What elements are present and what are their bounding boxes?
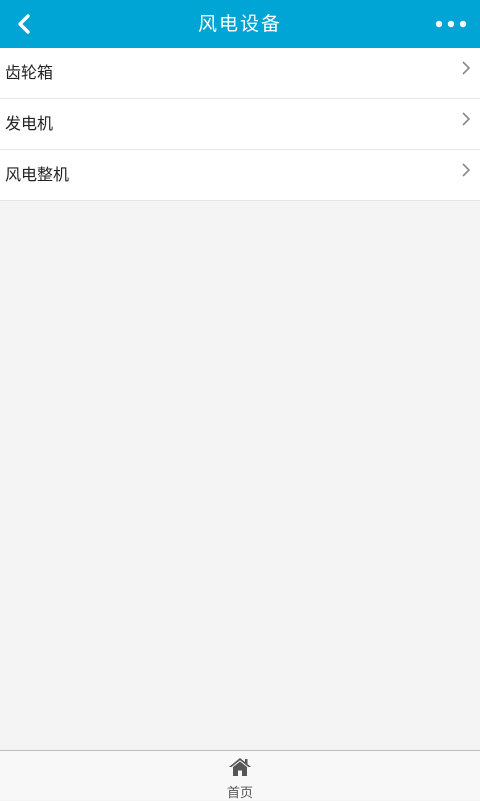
chevron-left-icon xyxy=(18,14,30,34)
list-item-wind-turbine[interactable]: 风电整机 xyxy=(0,150,480,201)
bottom-tab-bar: 首页 xyxy=(0,750,480,801)
more-dots-icon xyxy=(435,20,467,28)
category-list: 齿轮箱 发电机 风电整机 xyxy=(0,48,480,201)
list-item-label: 齿轮箱 xyxy=(5,63,54,82)
tab-home-label: 首页 xyxy=(226,786,253,801)
more-button[interactable] xyxy=(430,8,472,40)
home-icon xyxy=(229,758,251,776)
chevron-right-icon xyxy=(462,163,471,177)
back-button[interactable] xyxy=(8,8,40,40)
list-item-gearbox[interactable]: 齿轮箱 xyxy=(0,48,480,99)
list-item-label: 风电整机 xyxy=(5,165,70,184)
list-item-generator[interactable]: 发电机 xyxy=(0,99,480,150)
chevron-right-icon xyxy=(462,112,471,126)
tab-home[interactable]: 首页 xyxy=(210,751,270,801)
list-item-label: 发电机 xyxy=(5,114,54,133)
page-title: 风电设备 xyxy=(197,13,282,35)
chevron-right-icon xyxy=(462,61,471,75)
top-bar: 风电设备 xyxy=(0,0,480,48)
